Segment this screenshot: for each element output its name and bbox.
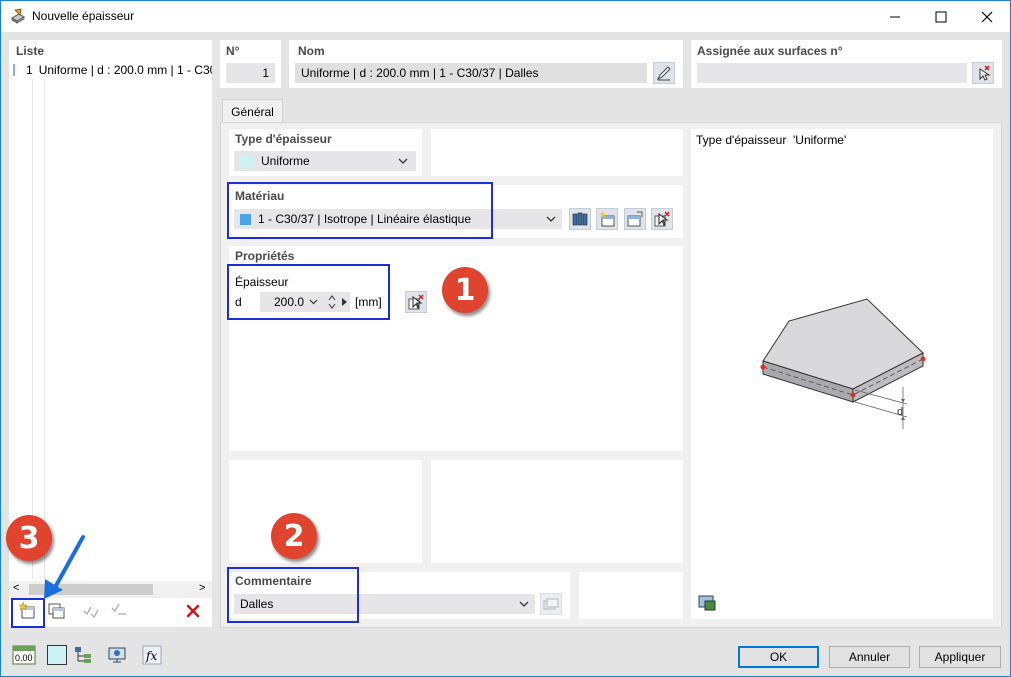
units-label: 0.00 — [15, 653, 33, 663]
svg-text:fx: fx — [145, 649, 157, 663]
tree-line — [44, 79, 45, 579]
scroll-right-icon[interactable]: > — [199, 582, 205, 594]
thickness-type-value: Uniforme — [261, 154, 310, 168]
name-panel: Nom Uniforme | d : 200.0 mm | 1 - C30/37… — [289, 40, 683, 88]
units-button[interactable]: 0.00 — [11, 644, 37, 666]
material-info-button[interactable] — [651, 208, 673, 230]
chevron-down-icon — [546, 216, 556, 222]
thickness-type-panel: Type d'épaisseur Uniforme — [229, 129, 422, 176]
badge-two: 2 — [271, 513, 317, 559]
thickness-label: Épaisseur — [235, 275, 289, 289]
material-value: 1 - C30/37 | Isotrope | Linéaire élastiq… — [258, 212, 472, 226]
number-panel: N° 1 — [220, 40, 281, 88]
list-item[interactable]: 1 Uniforme | d : 200.0 mm | 1 - C30 — [9, 61, 212, 78]
thickness-type-select[interactable]: Uniforme — [234, 151, 416, 171]
comment-value: Dalles — [240, 597, 274, 611]
scroll-left-icon[interactable]: < — [13, 582, 19, 594]
tree-line — [32, 79, 33, 579]
select-surfaces-button[interactable] — [972, 62, 994, 84]
comment-panel: Commentaire Dalles — [229, 572, 570, 619]
apply-button[interactable]: Appliquer — [919, 646, 1001, 668]
edit-material-button[interactable] — [624, 208, 646, 230]
assigned-surfaces-field[interactable] — [697, 63, 967, 83]
new-material-button[interactable] — [596, 208, 618, 230]
play-icon[interactable] — [341, 297, 348, 307]
color-button[interactable] — [45, 644, 69, 666]
assigned-panel: Assignée aux surfaces n° — [691, 40, 1002, 88]
type-aux-panel — [431, 129, 683, 176]
hierarchy-button[interactable] — [71, 644, 95, 666]
maximize-button[interactable] — [918, 1, 964, 32]
thickness-value: 200.0 — [273, 295, 304, 309]
edit-name-button[interactable] — [653, 62, 675, 84]
cancel-button[interactable]: Annuler — [829, 646, 910, 668]
material-library-button[interactable] — [569, 208, 591, 230]
app-icon — [10, 8, 26, 24]
formula-button[interactable]: fx — [140, 644, 164, 666]
thickness-unit: [mm] — [355, 295, 382, 309]
assigned-label: Assignée aux surfaces n° — [697, 44, 843, 58]
badge-one: 1 — [442, 267, 488, 313]
empty-panel-left — [229, 460, 422, 563]
window-title: Nouvelle épaisseur — [32, 9, 135, 23]
list-item-swatch — [13, 63, 15, 76]
dialog-window: Nouvelle épaisseur Liste 1 Uniforme | d … — [0, 0, 1011, 677]
delete-item-button[interactable] — [181, 600, 205, 622]
number-label: N° — [226, 44, 240, 58]
thickness-type-label: Type d'épaisseur — [235, 132, 332, 146]
list-header: Liste — [16, 44, 45, 58]
new-item-button[interactable] — [15, 600, 39, 622]
chevron-down-icon — [398, 158, 408, 164]
material-swatch — [240, 213, 251, 225]
thickness-input[interactable]: 200.0 — [260, 292, 350, 312]
material-label: Matériau — [235, 189, 285, 203]
view-button[interactable] — [105, 644, 129, 666]
slab-illustration: d — [760, 298, 926, 429]
close-button[interactable] — [964, 1, 1010, 32]
thickness-symbol: d — [235, 295, 242, 309]
chevron-down-icon — [519, 601, 529, 607]
minimize-button[interactable] — [872, 1, 918, 32]
spin-icon[interactable] — [328, 294, 336, 310]
dimension-label: d — [897, 406, 903, 418]
comment-label: Commentaire — [235, 574, 312, 588]
material-select[interactable]: 1 - C30/37 | Isotrope | Linéaire élastiq… — [234, 209, 562, 229]
preview-panel: Type d'épaisseur 'Uniforme' d — [691, 129, 993, 619]
preview-view-button[interactable] — [696, 591, 718, 613]
empty-panel-right — [431, 460, 683, 563]
name-label: Nom — [298, 44, 325, 58]
preview-caption: Type d'épaisseur 'Uniforme' — [696, 133, 847, 147]
comment-library-button[interactable] — [540, 593, 562, 615]
comment-select[interactable]: Dalles — [234, 594, 535, 614]
horizontal-scrollbar[interactable]: < > — [9, 581, 212, 598]
comment-aux-panel — [579, 572, 683, 619]
ok-button[interactable]: OK — [738, 646, 819, 668]
list-item-number: 1 — [26, 62, 33, 77]
material-panel: Matériau 1 - C30/37 | Isotrope | Linéair… — [229, 185, 683, 238]
tab-general[interactable]: Général — [222, 99, 283, 123]
badge-three: 3 — [6, 515, 52, 561]
select-thickness-button[interactable] — [405, 291, 427, 313]
number-field[interactable]: 1 — [226, 63, 275, 83]
properties-label: Propriétés — [235, 249, 295, 263]
type-swatch — [240, 154, 253, 168]
list-item-label: Uniforme | d : 200.0 mm | 1 - C30 — [38, 62, 212, 77]
chevron-down-icon[interactable] — [309, 298, 318, 306]
uncheck-button[interactable] — [107, 600, 131, 622]
name-field: Uniforme | d : 200.0 mm | 1 - C30/37 | D… — [295, 63, 647, 83]
title-bar: Nouvelle épaisseur — [1, 1, 1010, 32]
